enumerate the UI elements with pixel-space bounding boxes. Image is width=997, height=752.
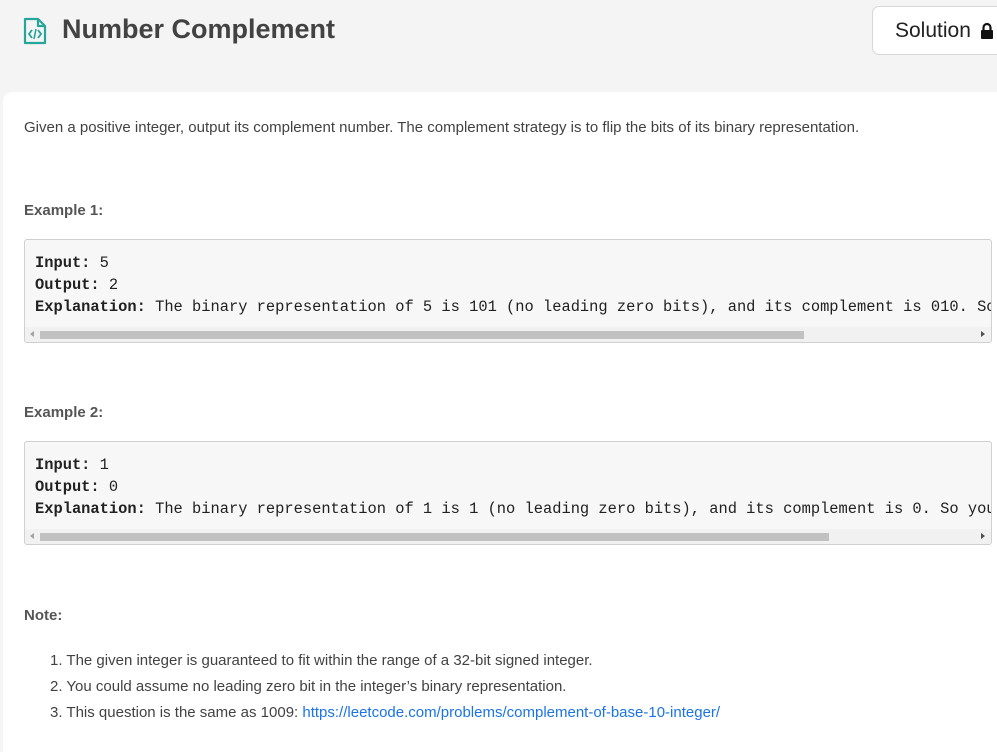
example-1-label: Example 1: (24, 202, 104, 219)
note-item: 3. This question is the same as 1009: ht… (50, 704, 721, 721)
example-2-code-block[interactable]: Input: 1 Output: 0 Explanation: The bina… (24, 441, 992, 545)
example-2-horizontal-scrollbar[interactable] (25, 529, 991, 544)
problem-header: Number Complement Solution (0, 0, 997, 92)
example-2-output-line: Output: 0 (35, 478, 119, 496)
example-1-horizontal-scrollbar[interactable] (25, 327, 991, 342)
scroll-right-arrow-icon[interactable] (981, 533, 985, 539)
scroll-left-arrow-icon[interactable] (30, 533, 34, 539)
scrollbar-thumb[interactable] (40, 533, 829, 541)
scroll-right-arrow-icon[interactable] (981, 331, 985, 337)
page-title: Number Complement (62, 14, 336, 44)
code-file-icon (23, 17, 47, 45)
scroll-left-arrow-icon[interactable] (30, 331, 34, 337)
example-2-label: Example 2: (24, 404, 104, 421)
problem-description: Given a positive integer, output its com… (24, 119, 860, 136)
example-2-input-line: Input: 1 (35, 456, 109, 474)
example-1-code-block[interactable]: Input: 5 Output: 2 Explanation: The bina… (24, 239, 992, 343)
related-problem-link[interactable]: https://leetcode.com/problems/complement… (302, 704, 720, 721)
example-1-explanation-line: Explanation: The binary representation o… (35, 298, 992, 316)
note-item: 2. You could assume no leading zero bit … (50, 678, 567, 695)
solution-button[interactable]: Solution (872, 6, 997, 55)
example-1-input-line: Input: 5 (35, 254, 109, 272)
note-list: 1. The given integer is guaranteed to fi… (50, 648, 720, 726)
example-1-output-line: Output: 2 (35, 276, 119, 294)
scrollbar-thumb[interactable] (40, 331, 804, 339)
note-label: Note: (24, 607, 63, 624)
note-item: 1. The given integer is guaranteed to fi… (50, 652, 593, 669)
lock-icon (980, 22, 993, 39)
example-2-explanation-line: Explanation: The binary representation o… (35, 500, 992, 518)
solution-button-label: Solution (895, 18, 971, 42)
